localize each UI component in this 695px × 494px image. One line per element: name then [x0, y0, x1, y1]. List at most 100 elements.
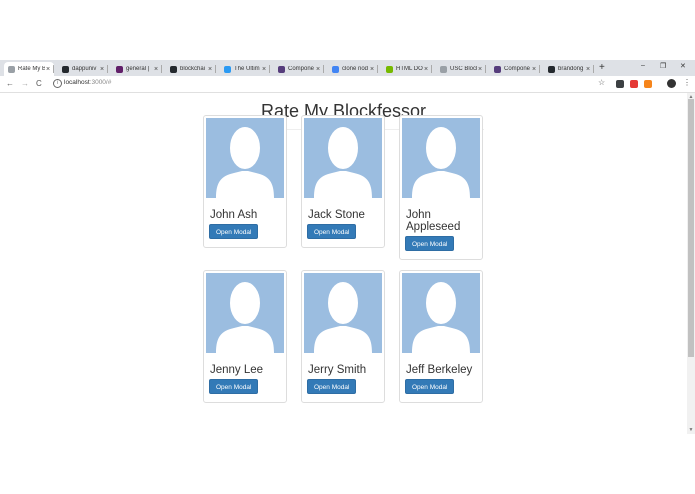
reload-icon[interactable]: C: [36, 79, 42, 89]
open-modal-button[interactable]: Open Modal: [209, 224, 259, 239]
profile-card: Jenny Lee Open Modal: [203, 270, 287, 403]
person-silhouette-icon: [314, 280, 372, 353]
browser-tab-2[interactable]: dappuniv ×: [58, 62, 108, 76]
bookmark-star-icon[interactable]: ☆: [598, 78, 605, 87]
tab-title: Rate My B: [18, 66, 45, 72]
back-icon[interactable]: ←: [6, 79, 14, 89]
tab-favicon: [278, 65, 285, 73]
person-silhouette-icon: [216, 125, 274, 198]
tab-close-icon[interactable]: ×: [207, 66, 213, 73]
open-modal-button[interactable]: Open Modal: [405, 379, 455, 394]
tab-separator: [107, 65, 108, 73]
tab-favicon: [440, 65, 447, 73]
scrollbar-thumb[interactable]: [688, 99, 694, 357]
browser-tab-6[interactable]: Compone ×: [274, 62, 324, 76]
tab-favicon: [62, 65, 69, 73]
metamask-icon[interactable]: [644, 80, 652, 88]
profile-avatar-icon: [206, 273, 284, 353]
tab-close-icon[interactable]: ×: [423, 66, 429, 73]
tab-favicon: [170, 65, 177, 73]
url-text[interactable]: localhost:3000/#: [64, 79, 111, 86]
vertical-scrollbar[interactable]: ▲ ▼: [687, 93, 695, 434]
info-icon[interactable]: i: [53, 79, 62, 88]
tab-favicon: [332, 65, 339, 73]
tab-close-icon[interactable]: ×: [261, 66, 267, 73]
tab-favicon: [494, 65, 501, 73]
browser-tab-5[interactable]: The Ultim ×: [220, 62, 270, 76]
profile-name: Jenny Lee: [210, 364, 264, 376]
profile-name: John Ash: [210, 209, 258, 221]
page-viewport: Rate My Blockfessor John Ash Open Modal …: [0, 93, 687, 434]
profile-card: Jerry Smith Open Modal: [301, 270, 385, 403]
close-window-icon[interactable]: ✕: [680, 62, 686, 70]
profile-avatar-icon: [206, 118, 284, 198]
maximize-icon[interactable]: ❐: [660, 62, 666, 70]
browser-tab-4[interactable]: blockchai ×: [166, 62, 216, 76]
tab-favicon: [548, 65, 555, 73]
extension-dark-icon[interactable]: [616, 80, 624, 88]
tab-close-icon[interactable]: ×: [477, 66, 483, 73]
tab-title: HTML DO: [396, 66, 423, 72]
open-modal-button[interactable]: Open Modal: [307, 379, 357, 394]
browser-toolbar: ← → C i localhost:3000/# ☆ ⋮: [0, 76, 695, 93]
open-modal-button[interactable]: Open Modal: [209, 379, 259, 394]
browser-tab-11[interactable]: brandong ×: [544, 62, 594, 76]
browser-tab-7[interactable]: clone nod ×: [328, 62, 378, 76]
profile-card: Jack Stone Open Modal: [301, 115, 385, 248]
profile-avatar-icon: [304, 118, 382, 198]
minimize-icon[interactable]: –: [641, 62, 645, 69]
url-host: localhost: [64, 79, 90, 86]
profile-card: Jeff Berkeley Open Modal: [399, 270, 483, 403]
tab-favicon: [116, 65, 123, 73]
open-modal-button[interactable]: Open Modal: [405, 236, 455, 251]
profile-card: John Appleseed Open Modal: [399, 115, 483, 260]
tab-separator: [53, 65, 54, 73]
tab-title: Compone: [288, 66, 315, 72]
person-silhouette-icon: [412, 125, 470, 198]
tab-separator: [539, 65, 540, 73]
forward-icon[interactable]: →: [21, 79, 29, 89]
tab-title: brandong: [558, 66, 584, 72]
profile-avatar-icon: [402, 273, 480, 353]
tab-favicon: [224, 65, 231, 73]
tab-title: dappuniv: [72, 66, 97, 72]
profile-name: Jerry Smith: [308, 364, 367, 376]
tab-close-icon[interactable]: ×: [315, 66, 321, 73]
tab-separator: [431, 65, 432, 73]
address-bar[interactable]: i localhost:3000/#: [50, 78, 610, 90]
person-silhouette-icon: [412, 280, 470, 353]
tab-close-icon[interactable]: ×: [369, 66, 375, 73]
browser-window: Rate My B × dappuniv × general | × block…: [0, 60, 695, 434]
tab-separator: [161, 65, 162, 73]
tab-close-icon[interactable]: ×: [45, 66, 51, 73]
tab-separator: [215, 65, 216, 73]
profile-avatar-icon: [402, 118, 480, 198]
tab-close-icon[interactable]: ×: [153, 66, 159, 73]
tab-title: USC Block: [450, 66, 477, 72]
tab-close-icon[interactable]: ×: [99, 66, 105, 73]
browser-tab-8[interactable]: HTML DO ×: [382, 62, 432, 76]
browser-tab-3[interactable]: general | ×: [112, 62, 162, 76]
tab-favicon: [8, 65, 15, 73]
profile-name: Jack Stone: [308, 209, 365, 221]
profile-avatar-icon[interactable]: [667, 79, 676, 88]
tab-close-icon[interactable]: ×: [531, 66, 537, 73]
tab-strip: Rate My B × dappuniv × general | × block…: [0, 60, 695, 76]
tab-separator: [323, 65, 324, 73]
profile-name: John Appleseed: [406, 209, 461, 233]
open-modal-button[interactable]: Open Modal: [307, 224, 357, 239]
browser-tab-10[interactable]: Compone ×: [490, 62, 540, 76]
opera-icon[interactable]: [630, 80, 638, 88]
browser-tab-9[interactable]: USC Block ×: [436, 62, 486, 76]
tab-title: Compone: [504, 66, 531, 72]
scroll-down-icon[interactable]: ▼: [687, 426, 695, 434]
new-tab-button[interactable]: +: [599, 63, 605, 73]
tab-close-icon[interactable]: ×: [585, 66, 591, 73]
profile-avatar-icon: [304, 273, 382, 353]
browser-tab-1[interactable]: Rate My B ×: [4, 62, 54, 76]
tab-favicon: [386, 65, 393, 73]
tab-separator: [593, 65, 594, 73]
tab-separator: [269, 65, 270, 73]
menu-dots-icon[interactable]: ⋮: [683, 78, 691, 87]
tab-title: general |: [126, 66, 150, 72]
